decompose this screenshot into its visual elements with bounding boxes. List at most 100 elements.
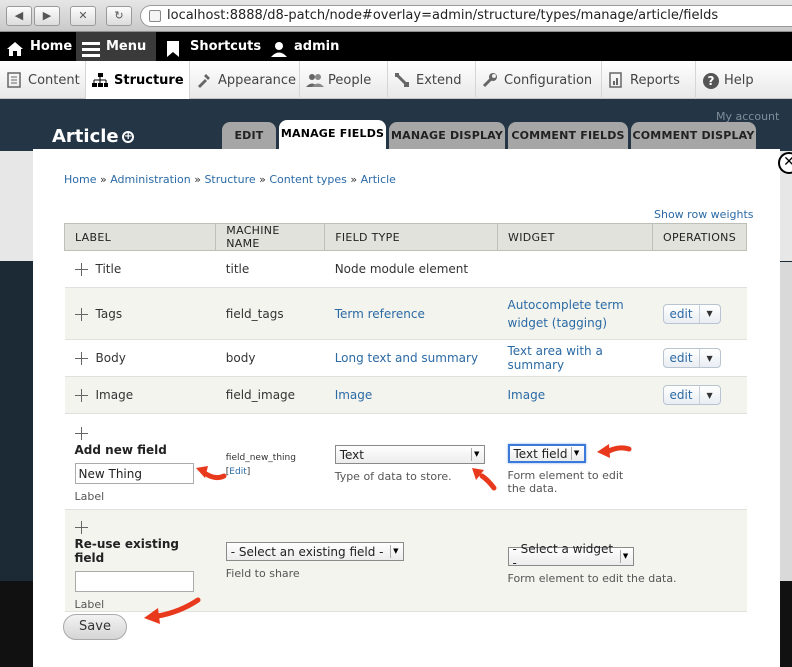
fields-table: LABEL MACHINE NAME FIELD TYPE WIDGET OPE… — [63, 223, 747, 612]
bookmark-icon — [166, 39, 184, 57]
edit-dropbutton[interactable]: edit ▼ — [662, 303, 721, 324]
new-field-label-caption: Label — [74, 490, 105, 503]
reports-icon — [608, 72, 624, 88]
widget-select-value: Text field — [513, 446, 568, 461]
chevron-down-icon[interactable]: ▼ — [700, 309, 720, 318]
chevron-down-icon[interactable]: ▼ — [700, 391, 720, 400]
chevron-down-icon[interactable]: ▼ — [700, 354, 720, 363]
tray-label-extend: Extend — [416, 72, 462, 88]
field-type-select[interactable]: Text ▼ — [334, 445, 485, 464]
show-row-weights-link[interactable]: Show row weights — [654, 208, 754, 221]
widget-link[interactable]: Text area with a summary — [508, 344, 603, 372]
annotation-arrow-icon — [196, 466, 227, 481]
breadcrumb-sep: » — [259, 173, 266, 186]
annotation-arrow-icon — [144, 597, 201, 624]
new-field-label-input[interactable] — [74, 463, 194, 484]
tray-item-reports[interactable]: Reports — [602, 61, 696, 99]
tray-item-people[interactable]: People — [300, 61, 388, 99]
tray-item-help[interactable]: ? Help — [696, 61, 792, 99]
annotation-arrow-icon — [597, 444, 632, 458]
field-type-link[interactable]: Long text and summary — [335, 351, 478, 365]
machine-name: field_tags — [215, 287, 325, 340]
select-arrow-icon: ▼ — [619, 549, 631, 563]
tray-label-people: People — [328, 72, 372, 88]
drag-handle-icon[interactable] — [74, 307, 88, 321]
widget-caption: Form element to edit the data. — [507, 469, 624, 495]
tray-item-extend[interactable]: Extend — [388, 61, 476, 99]
breadcrumb-structure[interactable]: Structure — [204, 173, 255, 186]
browser-toolbar: ◀ ▶ ✕ ↻ localhost:8888/d8-patch/node#ove… — [0, 0, 792, 32]
machine-name-edit-link[interactable]: Edit — [229, 467, 246, 477]
tray-item-content[interactable]: Content — [0, 61, 86, 99]
toolbar-shortcuts-label: Shortcuts — [190, 39, 262, 54]
drag-handle-icon[interactable] — [74, 521, 88, 534]
stop-button[interactable]: ✕ — [70, 6, 96, 26]
plug-icon — [394, 72, 410, 88]
existing-field-select[interactable]: - Select an existing field - ▼ — [225, 542, 404, 561]
page-title: Article — [52, 126, 119, 147]
tray-item-appearance[interactable]: Appearance — [190, 61, 300, 99]
breadcrumb-sep: » — [350, 173, 358, 186]
add-shortcut-icon[interactable]: + — [122, 131, 134, 143]
tray-label-configuration: Configuration — [504, 72, 593, 88]
tray-label-help: Help — [724, 72, 754, 88]
tab-comment-display[interactable]: COMMENT DISPLAY — [631, 122, 756, 150]
tab-edit[interactable]: EDIT — [222, 122, 276, 150]
reuse-widget-select-value: - Select a widget - — [512, 542, 614, 570]
col-machine-name: MACHINE NAME — [215, 223, 326, 251]
table-row: Tags field_tags Term reference Autocompl… — [64, 287, 747, 340]
field-type: Node module element — [324, 250, 498, 288]
field-label: Body — [95, 351, 126, 365]
widget-link[interactable]: Image — [508, 388, 546, 402]
toolbar-user[interactable]: admin — [264, 32, 345, 61]
col-field-type: FIELD TYPE — [324, 223, 499, 251]
breadcrumb-sep: » — [194, 173, 201, 186]
drag-handle-icon[interactable] — [74, 352, 88, 365]
tab-manage-display[interactable]: MANAGE DISPLAY — [389, 122, 505, 150]
breadcrumb-article[interactable]: Article — [361, 173, 396, 186]
tray-item-configuration[interactable]: Configuration — [476, 61, 602, 99]
field-type-link[interactable]: Term reference — [335, 307, 425, 321]
breadcrumb-home[interactable]: Home — [64, 173, 96, 186]
reload-button[interactable]: ↻ — [106, 6, 132, 26]
forward-button[interactable]: ▶ — [34, 6, 60, 26]
address-bar[interactable]: localhost:8888/d8-patch/node#overlay=adm… — [140, 5, 792, 27]
toolbar-menu[interactable]: Menu — [76, 32, 156, 61]
breadcrumb-administration[interactable]: Administration — [110, 173, 191, 186]
drag-handle-icon[interactable] — [74, 263, 88, 276]
back-button[interactable]: ◀ — [6, 6, 32, 26]
edit-button-label: edit — [664, 349, 700, 367]
toolbar-home[interactable]: Home — [0, 32, 78, 61]
tray-item-structure[interactable]: Structure — [86, 61, 190, 99]
edit-dropbutton[interactable]: edit ▼ — [662, 348, 721, 368]
breadcrumb-content-types[interactable]: Content types — [269, 173, 347, 186]
tab-manage-fields[interactable]: MANAGE FIELDS — [279, 120, 386, 150]
drag-handle-icon[interactable] — [74, 389, 88, 402]
reuse-field-label-input[interactable] — [74, 571, 194, 592]
field-type-link[interactable]: Image — [335, 388, 373, 402]
wrench-icon — [482, 72, 498, 88]
tray-label-structure: Structure — [114, 72, 184, 88]
drag-handle-icon[interactable] — [74, 427, 88, 440]
save-button[interactable]: Save — [63, 614, 127, 640]
table-row: Body body Long text and summary Text are… — [64, 339, 747, 377]
edit-button-label: edit — [664, 386, 700, 404]
col-label: LABEL — [63, 223, 217, 251]
widget-link[interactable]: Autocomplete term widget (tagging) — [508, 298, 624, 330]
paintbrush-icon — [196, 72, 212, 88]
tab-comment-fields[interactable]: COMMENT FIELDS — [508, 122, 628, 150]
tray-label-appearance: Appearance — [218, 72, 297, 88]
reuse-widget-select[interactable]: - Select a widget - ▼ — [507, 542, 634, 570]
toolbar-shortcuts[interactable]: Shortcuts — [160, 32, 267, 61]
field-label: Tags — [95, 306, 123, 321]
hamburger-icon — [82, 39, 100, 57]
col-operations: OPERATIONS — [652, 223, 747, 251]
edit-dropbutton[interactable]: edit ▼ — [662, 385, 721, 405]
tray-label-content: Content — [28, 72, 80, 88]
select-arrow-icon: ▼ — [470, 448, 482, 461]
address-text: localhost:8888/d8-patch/node#overlay=adm… — [167, 8, 719, 23]
admin-toolbar: Home Menu Shortcuts admin — [0, 32, 792, 61]
user-icon — [270, 39, 288, 57]
widget-select[interactable]: Text field ▼ — [507, 444, 586, 463]
field-type-caption: Type of data to store. — [334, 470, 452, 483]
